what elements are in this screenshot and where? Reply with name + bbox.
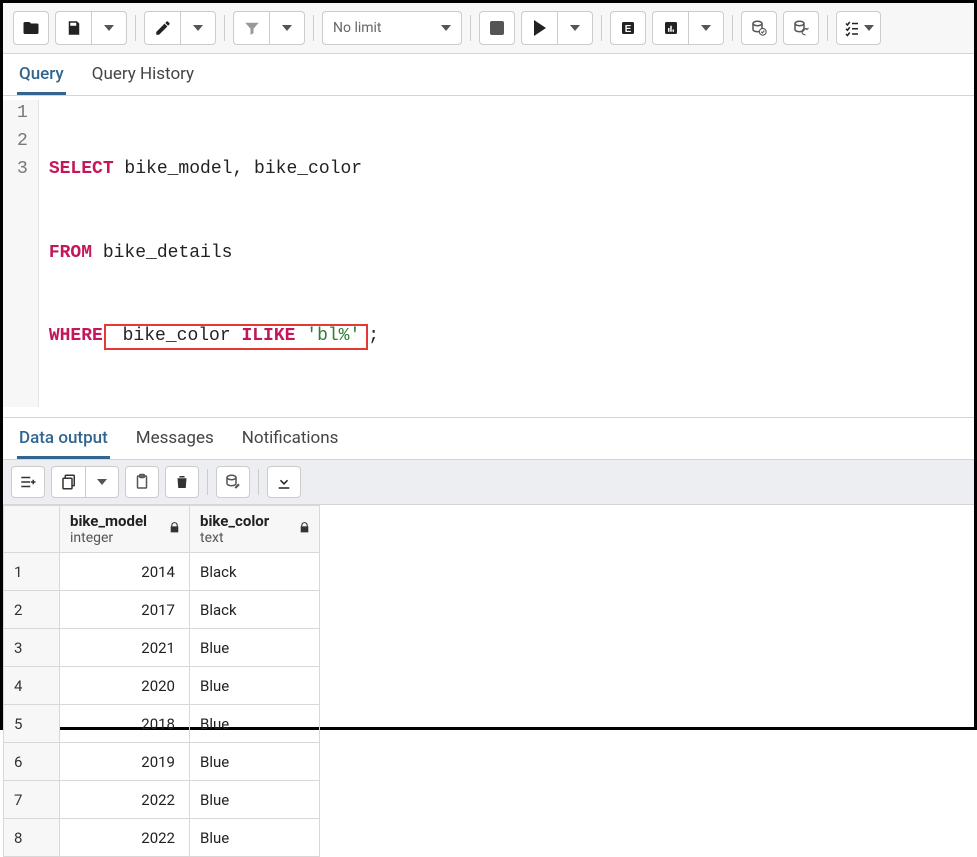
lock-icon [168,520,181,538]
chevron-down-icon [193,25,203,31]
filter-button[interactable] [233,11,269,45]
save-dropdown[interactable] [91,11,127,45]
tab-query-history[interactable]: Query History [90,54,196,95]
execute-dropdown[interactable] [557,11,593,45]
chevron-down-icon [97,479,107,485]
rollback-button[interactable] [783,11,819,45]
chevron-down-icon [441,25,451,31]
filter-icon [243,19,261,37]
copy-button[interactable] [51,466,85,498]
commit-button[interactable] [741,11,777,45]
clipboard-icon [133,473,151,491]
table-row[interactable]: 22017Black [4,591,320,629]
save-button[interactable] [55,11,91,45]
tab-data-output[interactable]: Data output [17,418,110,459]
limit-select[interactable]: No limit [322,11,462,45]
table-row[interactable]: 82022Blue [4,819,320,857]
row-number-header[interactable] [4,506,60,553]
lock-icon [298,520,311,538]
open-file-button[interactable] [13,11,49,45]
add-row-button[interactable] [11,466,45,498]
line-gutter: 1 2 3 [3,100,39,407]
chart-icon [662,19,680,37]
edit-dropdown[interactable] [180,11,216,45]
chevron-down-icon [570,25,580,31]
chevron-down-icon [864,25,874,31]
copy-dropdown[interactable] [85,466,119,498]
execute-button[interactable] [521,11,557,45]
results-body: 12014Black 22017Black 32021Blue 42020Blu… [4,553,320,857]
tab-notifications[interactable]: Notifications [240,418,341,459]
table-row[interactable]: 42020Blue [4,667,320,705]
filter-dropdown[interactable] [269,11,305,45]
chevron-down-icon [104,25,114,31]
svg-text:E: E [625,24,632,35]
save-data-button[interactable] [216,466,250,498]
explain-button[interactable]: E [610,11,646,45]
editor-tabs: Query Query History [3,54,974,96]
main-toolbar: No limit E [3,3,974,54]
explain-icon: E [619,19,637,37]
code-area[interactable]: SELECT bike_model, bike_color FROM bike_… [39,100,379,407]
result-tabs: Data output Messages Notifications [3,417,974,460]
table-row[interactable]: 72022Blue [4,781,320,819]
play-icon [534,20,546,36]
result-toolbar [3,460,974,505]
folder-icon [22,19,40,37]
delete-button[interactable] [165,466,199,498]
copy-icon [60,473,78,491]
explain-analyze-button[interactable] [652,11,688,45]
sql-editor[interactable]: 1 2 3 SELECT bike_model, bike_color FROM… [3,96,974,417]
edit-button[interactable] [144,11,180,45]
column-header-bike-model[interactable]: bike_model integer [60,506,190,553]
pencil-icon [154,19,172,37]
tab-query[interactable]: Query [17,54,66,95]
macros-button[interactable] [836,11,881,45]
results-table: bike_model integer bike_color text 12014… [3,505,320,857]
explain-dropdown[interactable] [688,11,724,45]
db-undo-icon [792,19,810,37]
highlighted-condition: bike_color ILIKE 'bl%' [104,324,368,350]
trash-icon [173,473,191,491]
table-row[interactable]: 62019Blue [4,743,320,781]
rows-plus-icon [19,473,37,491]
save-icon [65,19,83,37]
limit-label: No limit [333,20,382,36]
table-row[interactable]: 32021Blue [4,629,320,667]
download-icon [275,473,293,491]
chevron-down-icon [701,25,711,31]
db-edit-icon [224,473,242,491]
table-row[interactable]: 12014Black [4,553,320,591]
stop-icon [490,21,504,35]
table-row[interactable]: 52018Blue [4,705,320,743]
paste-button[interactable] [125,466,159,498]
column-header-bike-color[interactable]: bike_color text [190,506,320,553]
db-check-icon [750,19,768,37]
download-button[interactable] [267,466,301,498]
chevron-down-icon [282,25,292,31]
list-check-icon [843,19,861,37]
tab-messages[interactable]: Messages [134,418,216,459]
stop-button[interactable] [479,11,515,45]
